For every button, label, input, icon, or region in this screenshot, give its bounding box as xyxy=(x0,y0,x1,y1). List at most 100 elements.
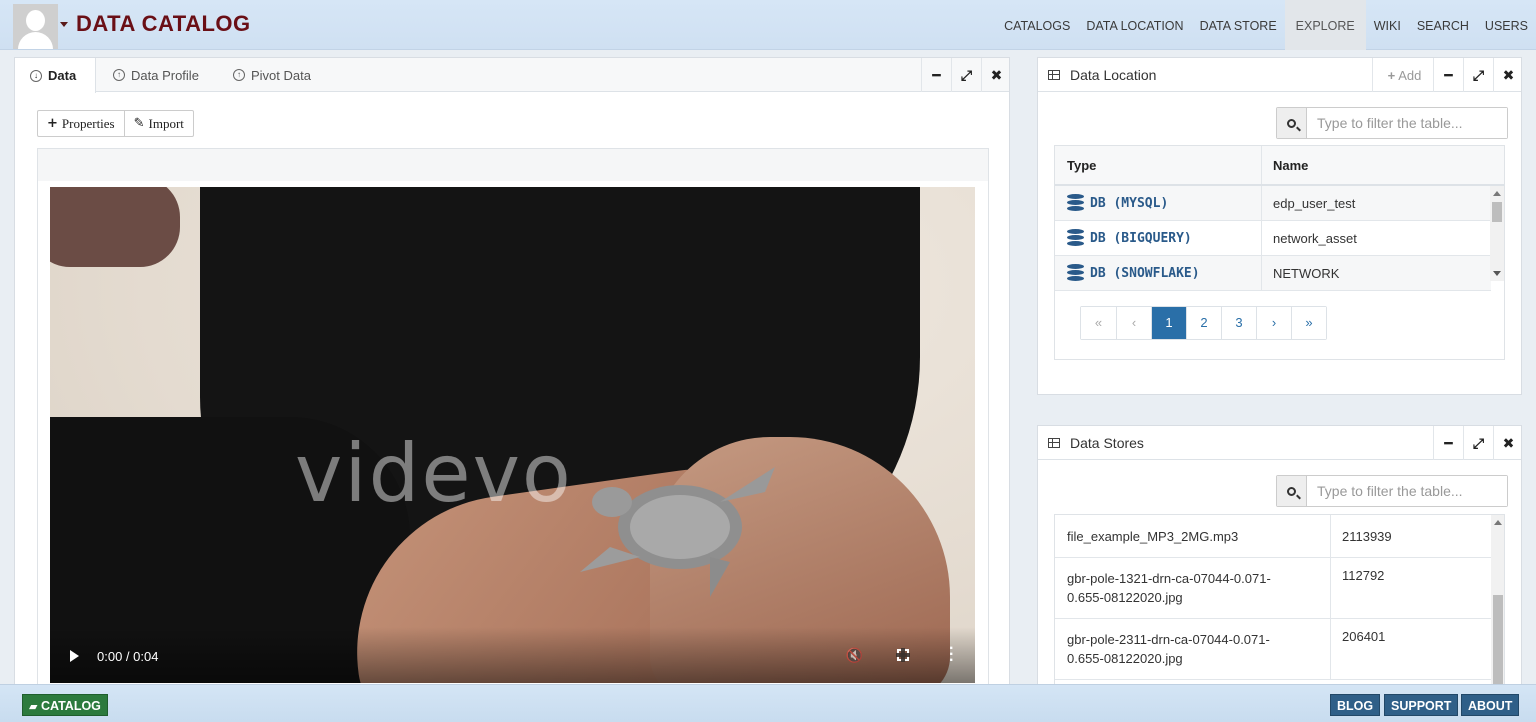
page-1[interactable]: 1 xyxy=(1151,307,1186,339)
table-row[interactable]: file_example_MP3_2MG.mp3 2113939 xyxy=(1055,515,1491,558)
row-file-name: gbr-pole-2311-drn-ca-07044-0.071- 0.655-… xyxy=(1055,619,1330,679)
search-icon xyxy=(1277,108,1307,138)
scroll-down-icon[interactable] xyxy=(1493,271,1501,276)
minimize-button[interactable]: ━ xyxy=(1433,58,1463,92)
expand-icon: ⤢ xyxy=(1472,66,1485,83)
table-row[interactable]: DB (SNOWFLAKE) NETWORK xyxy=(1055,256,1491,291)
close-button[interactable]: ✖ xyxy=(1493,426,1523,460)
tab-pivot-data[interactable]: ↑ Pivot Data xyxy=(233,58,311,92)
about-button[interactable]: ABOUT xyxy=(1461,694,1520,716)
data-location-search xyxy=(1276,107,1508,139)
scroll-thumb[interactable] xyxy=(1492,202,1502,222)
plus-icon: + xyxy=(47,116,58,131)
video-frame-shape xyxy=(580,467,775,597)
table-row[interactable]: gbr-pole-1321-drn-ca-07044-0.071- 0.655-… xyxy=(1055,558,1491,619)
table-row[interactable]: DB (MYSQL) edp_user_test xyxy=(1055,186,1491,221)
page-prev[interactable]: ‹ xyxy=(1116,307,1151,339)
plus-icon: + xyxy=(1387,67,1396,83)
scroll-up-icon[interactable] xyxy=(1493,191,1501,196)
data-location-header: Data Location + Add ━ ⤢ ✖ xyxy=(1038,58,1521,92)
tab-data-profile[interactable]: ↑ Data Profile xyxy=(113,58,199,92)
page-next[interactable]: › xyxy=(1256,307,1291,339)
minimize-button[interactable]: ━ xyxy=(921,58,951,92)
data-stores-title-text: Data Stores xyxy=(1070,435,1144,451)
nav-wiki[interactable]: WIKI xyxy=(1366,0,1409,50)
nav-users[interactable]: USERS xyxy=(1477,0,1536,50)
chevron-down-icon[interactable] xyxy=(60,22,68,27)
data-panel-header: ↓ Data ↑ Data Profile ↑ Pivot Data ━ ⤢ ✖ xyxy=(15,58,1011,93)
add-label: Add xyxy=(1398,67,1422,83)
data-stores-table: file_example_MP3_2MG.mp3 2113939 gbr-pol… xyxy=(1054,514,1505,698)
close-button[interactable]: ✖ xyxy=(1493,58,1523,92)
row-type: DB (BIGQUERY) xyxy=(1055,221,1261,255)
support-button[interactable]: SUPPORT xyxy=(1384,694,1459,716)
row-file-size: 206401 xyxy=(1342,629,1386,644)
minus-icon: ━ xyxy=(1444,66,1453,83)
data-location-panel: Data Location + Add ━ ⤢ ✖ Type Name DB (… xyxy=(1037,57,1522,395)
data-stores-search-input[interactable] xyxy=(1307,476,1507,506)
row-file-size: 112792 xyxy=(1342,568,1385,583)
data-stores-panel: Data Stores ━ ⤢ ✖ file_example_MP3_2MG.m… xyxy=(1037,425,1522,698)
close-icon: ✖ xyxy=(1502,434,1515,451)
data-actions: + Properties ✎ Import xyxy=(37,110,194,137)
top-navbar: DATA CATALOG CATALOGS DATA LOCATION DATA… xyxy=(0,0,1536,50)
data-location-search-input[interactable] xyxy=(1307,108,1507,138)
table-row[interactable]: gbr-pole-2311-drn-ca-07044-0.071- 0.655-… xyxy=(1055,619,1491,680)
expand-button[interactable]: ⤢ xyxy=(1463,58,1493,92)
properties-button[interactable]: + Properties xyxy=(38,111,124,136)
expand-button[interactable]: ⤢ xyxy=(1463,426,1493,460)
catalog-button[interactable]: ▰ CATALOG xyxy=(22,694,108,716)
scroll-thumb[interactable] xyxy=(1493,595,1503,695)
expand-icon: ⤢ xyxy=(1472,434,1485,451)
minimize-button[interactable]: ━ xyxy=(1433,426,1463,460)
video-player[interactable]: videvo 0:00 / 0:04 🔇 · · · xyxy=(50,187,975,683)
row-type-label: DB (BIGQUERY) xyxy=(1090,230,1192,246)
add-button[interactable]: + Add xyxy=(1372,58,1436,92)
search-icon xyxy=(1277,476,1307,506)
nav-data-store[interactable]: DATA STORE xyxy=(1192,0,1285,50)
nav-explore[interactable]: EXPLORE xyxy=(1284,0,1366,50)
data-location-title-text: Data Location xyxy=(1070,67,1157,83)
nav-search[interactable]: SEARCH xyxy=(1409,0,1477,50)
more-options-icon[interactable]: · · · xyxy=(949,641,954,669)
page-first[interactable]: « xyxy=(1081,307,1116,339)
column-header-type[interactable]: Type xyxy=(1055,146,1261,184)
video-frame-shape xyxy=(50,187,180,267)
avatar-head-shape xyxy=(26,10,45,31)
tab-pivot-data-label: Pivot Data xyxy=(251,67,311,83)
row-file-name-line: 0.655-08122020.jpg xyxy=(1067,651,1183,666)
database-icon xyxy=(1067,229,1084,247)
table-scrollbar[interactable] xyxy=(1490,186,1504,281)
book-icon: ▰ xyxy=(29,701,38,713)
minus-icon: ━ xyxy=(932,66,941,83)
blog-button[interactable]: BLOG xyxy=(1330,694,1381,716)
page-3[interactable]: 3 xyxy=(1221,307,1256,339)
main-nav: CATALOGS DATA LOCATION DATA STORE EXPLOR… xyxy=(996,0,1536,50)
close-icon: ✖ xyxy=(1502,66,1515,83)
user-avatar[interactable] xyxy=(13,4,58,49)
play-icon[interactable] xyxy=(70,650,79,662)
mute-icon[interactable]: 🔇 xyxy=(846,647,863,664)
close-icon: ✖ xyxy=(990,66,1003,83)
column-header-name[interactable]: Name xyxy=(1261,146,1320,184)
page-2[interactable]: 2 xyxy=(1186,307,1221,339)
brand-title[interactable]: DATA CATALOG xyxy=(76,11,251,37)
expand-button[interactable]: ⤢ xyxy=(951,58,981,92)
table-header: Type Name xyxy=(1055,146,1504,186)
tab-data[interactable]: ↓ Data xyxy=(15,58,96,93)
page-last[interactable]: » xyxy=(1291,307,1326,339)
table-scrollbar[interactable] xyxy=(1491,515,1504,698)
video-time: 0:00 / 0:04 xyxy=(97,649,159,664)
nav-catalogs[interactable]: CATALOGS xyxy=(996,0,1078,50)
row-type-label: DB (SNOWFLAKE) xyxy=(1090,265,1200,281)
table-row[interactable]: DB (BIGQUERY) network_asset xyxy=(1055,221,1491,256)
database-icon xyxy=(1067,264,1084,282)
scroll-up-icon[interactable] xyxy=(1494,520,1502,525)
import-button[interactable]: ✎ Import xyxy=(123,111,193,136)
data-stores-header: Data Stores ━ ⤢ ✖ xyxy=(1038,426,1521,460)
nav-data-location[interactable]: DATA LOCATION xyxy=(1078,0,1191,50)
close-button[interactable]: ✖ xyxy=(981,58,1011,92)
fullscreen-icon[interactable] xyxy=(896,648,910,662)
edit-icon: ✎ xyxy=(133,116,145,131)
data-location-table: Type Name DB (MYSQL) edp_user_test DB (B… xyxy=(1054,145,1505,360)
